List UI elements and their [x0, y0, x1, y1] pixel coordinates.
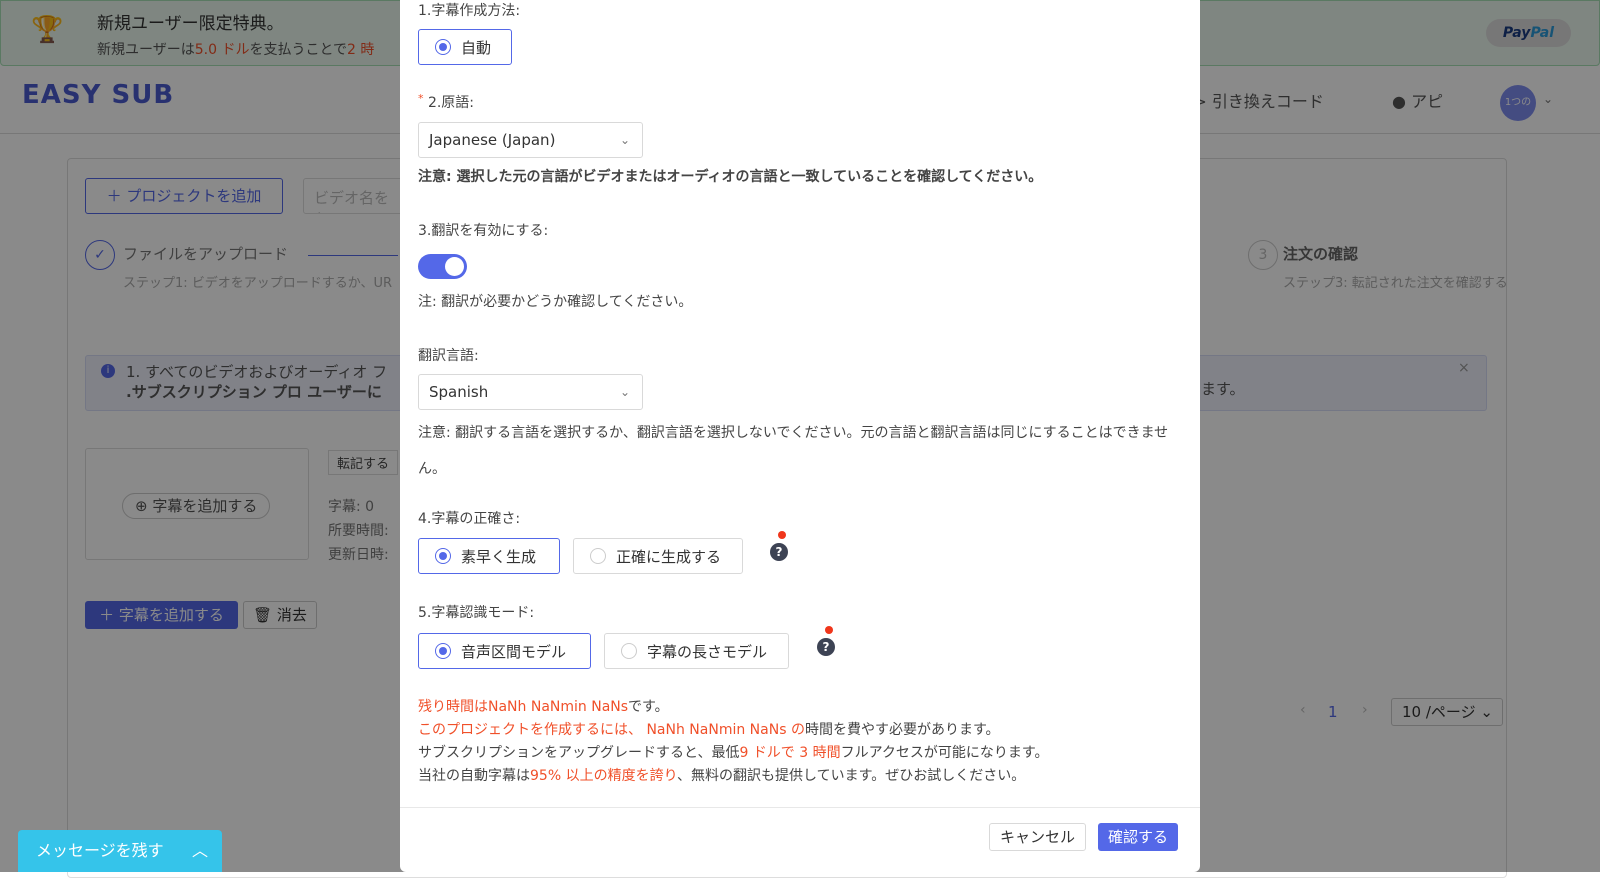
radio-icon: [435, 39, 451, 55]
translation-note: 注: 翻訳が必要かどうか確認してください。: [418, 294, 693, 310]
radio-fast[interactable]: 素早く生成: [418, 538, 560, 574]
q4-label: 4.字幕の正確さ:: [418, 511, 521, 527]
q3-label: 3.翻訳を有効にする:: [418, 223, 549, 239]
target-language-select[interactable]: Spanish ⌄: [418, 374, 643, 410]
radio-accurate[interactable]: 正確に生成する: [573, 538, 743, 574]
radio-icon: [621, 643, 637, 659]
radio-auto[interactable]: 自動: [418, 29, 512, 65]
help-icon[interactable]: ?: [817, 638, 835, 656]
notification-dot: [778, 531, 786, 539]
time-info: 残り時間はNaNh NaNmin NaNsです。 このプロジェクトを作成するには…: [418, 699, 1049, 784]
confirm-button[interactable]: 確認する: [1098, 823, 1178, 851]
leave-message-button[interactable]: メッセージを残す ︿: [18, 830, 222, 872]
target-language-label: 翻訳言語:: [418, 348, 479, 364]
radio-subtitle-length[interactable]: 字幕の長さモデル: [604, 633, 789, 669]
source-language-note: 注意: 選択した元の言語がビデオまたはオーディオの言語と一致していることを確認し…: [418, 169, 1043, 185]
source-language-select[interactable]: Japanese (Japan) ⌄: [418, 122, 643, 158]
create-project-modal: 1.字幕作成方法: 自動 * 2.原語: Japanese (Japan) ⌄ 注…: [400, 0, 1200, 872]
help-icon[interactable]: ?: [770, 543, 788, 561]
q2-label: * 2.原語:: [418, 92, 475, 111]
notification-dot: [825, 626, 833, 634]
translation-toggle[interactable]: [418, 254, 467, 279]
chevron-up-icon: ︿: [191, 841, 208, 860]
q1-label: 1.字幕作成方法:: [418, 3, 521, 19]
q5-label: 5.字幕認識モード:: [418, 605, 535, 621]
footer-divider: [400, 807, 1200, 808]
chevron-down-icon: ⌄: [619, 385, 630, 399]
radio-icon: [435, 643, 451, 659]
radio-icon: [590, 548, 606, 564]
radio-voice-activity[interactable]: 音声区間モデル: [418, 633, 591, 669]
target-language-note: 注意: 翻訳する言語を選択するか、翻訳言語を選択しないでください。元の言語と翻訳…: [418, 425, 1169, 477]
radio-icon: [435, 548, 451, 564]
chevron-down-icon: ⌄: [619, 133, 630, 147]
cancel-button[interactable]: キャンセル: [989, 823, 1086, 851]
